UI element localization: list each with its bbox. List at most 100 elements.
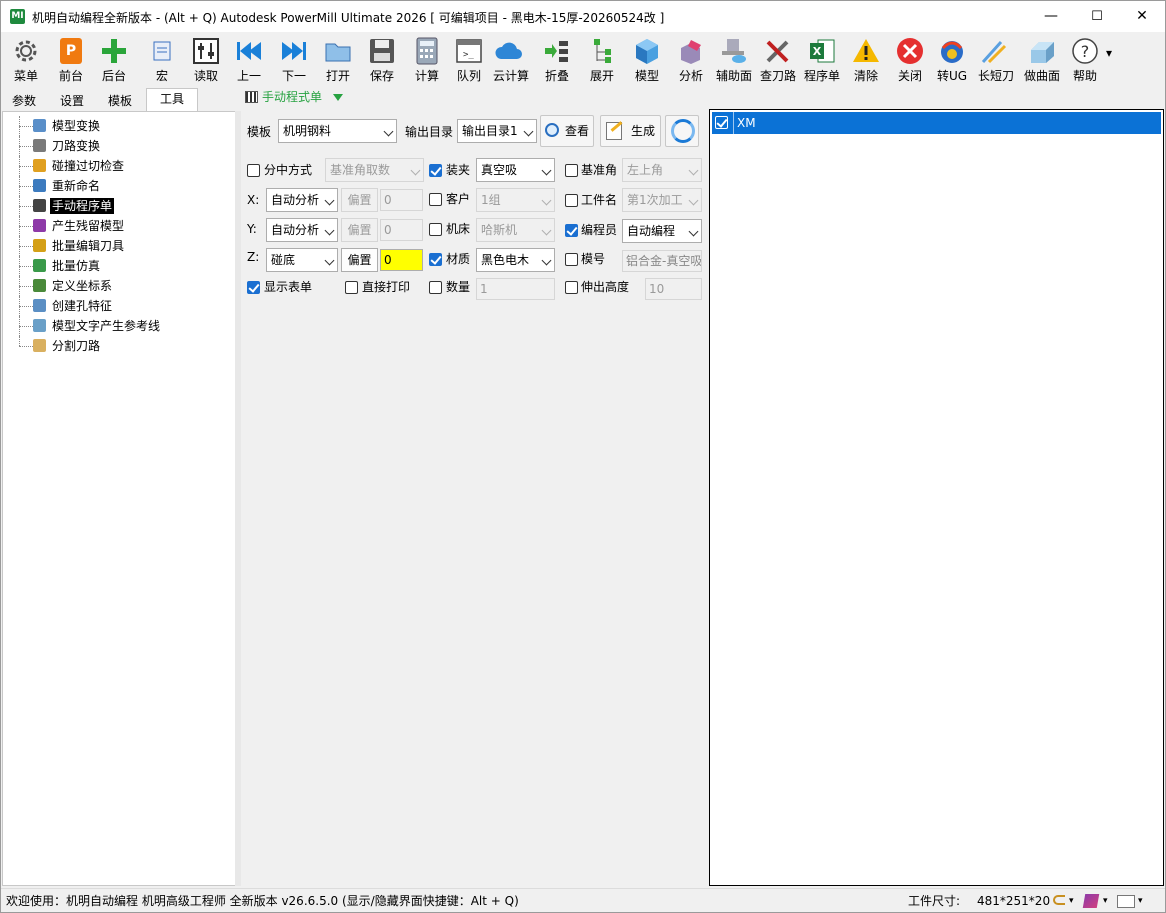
- datum-corner-checkbox[interactable]: [565, 164, 578, 177]
- extension-field[interactable]: 10: [645, 278, 702, 300]
- minimize-button[interactable]: —: [1028, 1, 1074, 32]
- mold-no-field[interactable]: 铝合金-真空吸: [622, 250, 702, 272]
- maximize-button[interactable]: ☐: [1074, 1, 1120, 32]
- template-select[interactable]: 机明钢料: [278, 119, 397, 143]
- machine-checkbox[interactable]: [429, 223, 442, 236]
- workpiece-name-select[interactable]: 第1次加工: [622, 188, 702, 212]
- y-offset-field[interactable]: 0: [380, 219, 423, 241]
- tree-item[interactable]: 产生残留模型: [19, 216, 162, 236]
- toolbar-button-help[interactable]: ? 帮助: [1069, 34, 1101, 84]
- folder-open-icon: [323, 36, 353, 66]
- folder-dropdown-icon[interactable]: ▾: [1138, 889, 1143, 913]
- datum-corner-select[interactable]: 左上角: [622, 158, 702, 182]
- chevron-down-icon[interactable]: [333, 94, 343, 101]
- toolbar-button-warning[interactable]: 清除: [850, 34, 882, 84]
- tree-item[interactable]: 刀路变换: [19, 136, 162, 156]
- close-button[interactable]: ✕: [1119, 1, 1165, 32]
- toolbar-button-cube[interactable]: 模型: [631, 34, 663, 84]
- customer-checkbox[interactable]: [429, 193, 442, 206]
- paint-dropdown-icon[interactable]: ▾: [1103, 889, 1108, 913]
- z-mode-select[interactable]: 碰底: [266, 248, 338, 272]
- view-button[interactable]: 查看: [540, 115, 594, 147]
- workpiece-name-checkbox[interactable]: [565, 194, 578, 207]
- tab-templates[interactable]: 模板: [98, 90, 142, 112]
- toolbar-button-gear[interactable]: 菜单: [10, 34, 42, 84]
- z-offset-field[interactable]: 0: [380, 249, 423, 271]
- tree-item[interactable]: 创建孔特征: [19, 296, 162, 316]
- toolbar-button-sliders[interactable]: 读取: [190, 34, 222, 84]
- undo-icon[interactable]: [1053, 895, 1065, 905]
- extension-checkbox[interactable]: [565, 281, 578, 294]
- y-offset-button[interactable]: 偏置: [341, 218, 378, 242]
- surface-icon: [1027, 36, 1057, 66]
- quantity-field[interactable]: 1: [476, 278, 555, 300]
- direct-print-checkbox[interactable]: [345, 281, 358, 294]
- programmer-checkbox[interactable]: [565, 224, 578, 237]
- refresh-button[interactable]: [665, 115, 699, 147]
- xm-checkbox[interactable]: [715, 116, 728, 129]
- generate-button[interactable]: 生成: [600, 115, 661, 147]
- clamp-checkbox[interactable]: [429, 164, 442, 177]
- x-offset-field[interactable]: 0: [380, 189, 423, 211]
- tab-params[interactable]: 参数: [2, 90, 46, 112]
- toolbar-button-expand[interactable]: 展开: [586, 34, 618, 84]
- undo-dropdown-icon[interactable]: ▾: [1069, 889, 1074, 913]
- clamp-select[interactable]: 真空吸: [476, 158, 555, 182]
- status-bar: 欢迎使用：机明自动编程 机明高级工程师 全新版本 v26.6.5.0 (显示/隐…: [1, 888, 1165, 912]
- toolbar-button-tool-length[interactable]: 长短刀: [978, 34, 1014, 84]
- tree-item[interactable]: 手动程序单: [19, 196, 162, 216]
- toolbar-button-folder-open[interactable]: 打开: [322, 34, 354, 84]
- material-label: 材质: [446, 252, 471, 266]
- y-mode-select[interactable]: 自动分析: [266, 218, 338, 242]
- x-offset-button[interactable]: 偏置: [341, 188, 378, 212]
- tree-item[interactable]: 批量编辑刀具: [19, 236, 162, 256]
- toolbar-button-macro[interactable]: 宏: [146, 34, 178, 84]
- quantity-checkbox[interactable]: [429, 281, 442, 294]
- split-mode-checkbox[interactable]: [247, 164, 260, 177]
- tab-settings[interactable]: 设置: [50, 90, 94, 112]
- toolbar-button-aux-surface[interactable]: 辅助面: [714, 34, 754, 84]
- toolbar-button-queue[interactable]: >_ 队列: [453, 34, 485, 84]
- tree-item[interactable]: 模型变换: [19, 116, 162, 136]
- folder-open-icon[interactable]: [1117, 895, 1135, 908]
- toolbar-button-close-circle[interactable]: 关闭: [894, 34, 926, 84]
- paint-icon[interactable]: [1082, 894, 1100, 908]
- z-offset-button[interactable]: 偏置: [341, 248, 378, 272]
- customer-select[interactable]: 1组: [476, 188, 555, 212]
- main-toolbar: 菜单 P 前台 后台 宏 读取 上一 下一 打开 保存 计算 >_ 队列 云计算 折叠 展开 模型 分析 辅助面 查刀…: [1, 32, 1165, 86]
- toolbar-button-powermill[interactable]: P 前台: [55, 34, 87, 84]
- toolbar-button-label: 上一: [236, 69, 261, 83]
- tab-tools[interactable]: 工具: [146, 88, 198, 112]
- output-dir-select[interactable]: 输出目录1: [457, 119, 537, 143]
- x-mode-select[interactable]: 自动分析: [266, 188, 338, 212]
- programmer-select[interactable]: 自动编程: [622, 219, 702, 243]
- toolbar-button-collapse[interactable]: 折叠: [541, 34, 573, 84]
- tree-item[interactable]: 定义坐标系: [19, 276, 162, 296]
- mold-no-checkbox[interactable]: [565, 253, 578, 266]
- left-scrollbar[interactable]: [235, 111, 241, 886]
- show-sheet-checkbox[interactable]: [247, 281, 260, 294]
- machine-select[interactable]: 哈斯机: [476, 218, 555, 242]
- toolbar-button-cloud[interactable]: 云计算: [493, 34, 529, 84]
- toolbar-button-next[interactable]: 下一: [278, 34, 310, 84]
- tree-item[interactable]: 重新命名: [19, 176, 162, 196]
- toolbar-button-plus[interactable]: 后台: [98, 34, 130, 84]
- toolbar-button-surface[interactable]: 做曲面: [1022, 34, 1062, 84]
- toolbar-button-previous[interactable]: 上一: [233, 34, 265, 84]
- tree-item[interactable]: 批量仿真: [19, 256, 162, 276]
- toolbar-button-calculator[interactable]: 计算: [411, 34, 443, 84]
- toolbar-button-ug[interactable]: 转UG: [936, 34, 968, 84]
- machine-label: 机床: [446, 222, 471, 236]
- toolbar-button-analysis[interactable]: 分析: [675, 34, 707, 84]
- split-mode-select[interactable]: 基准角取数: [325, 158, 424, 182]
- toolbar-button-save[interactable]: 保存: [366, 34, 398, 84]
- toolbar-overflow-icon[interactable]: ▾: [1106, 46, 1112, 60]
- list-item[interactable]: XM: [712, 112, 1161, 134]
- tree-item[interactable]: 碰撞过切检查: [19, 156, 162, 176]
- material-checkbox[interactable]: [429, 253, 442, 266]
- toolbar-button-excel[interactable]: X 程序单: [802, 34, 842, 84]
- toolbar-button-tools[interactable]: 查刀路: [758, 34, 798, 84]
- material-select[interactable]: 黑色电木: [476, 248, 555, 272]
- tree-item[interactable]: 模型文字产生参考线: [19, 316, 162, 336]
- tree-item[interactable]: 分割刀路: [19, 336, 162, 356]
